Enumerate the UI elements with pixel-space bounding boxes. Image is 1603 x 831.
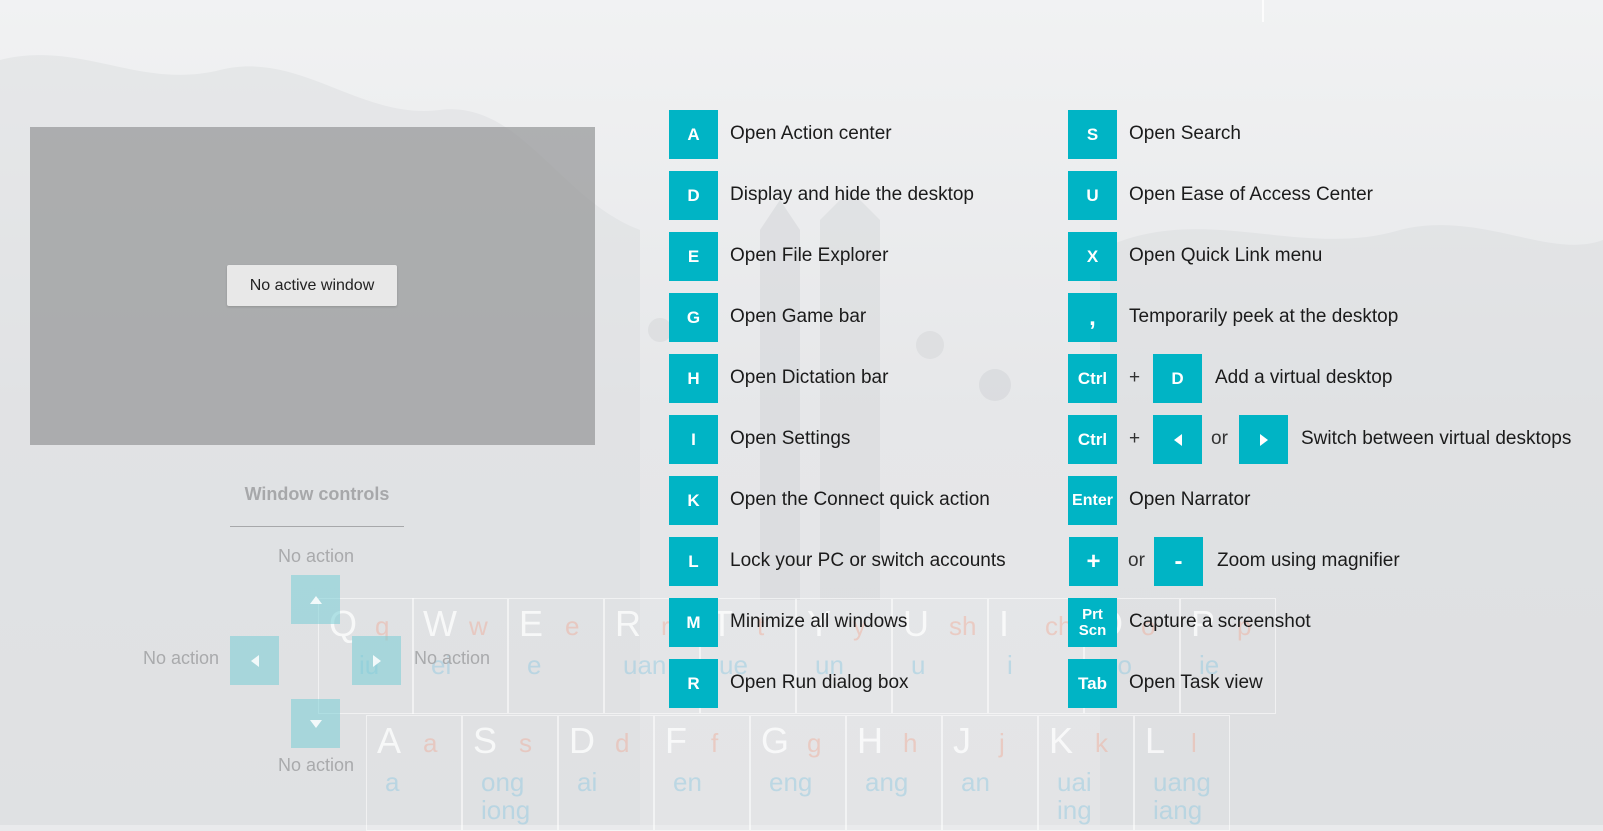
- arrow-right-icon: [372, 654, 381, 667]
- shortcut-desc: Open Run dialog box: [730, 672, 909, 693]
- down-action-label: No action: [278, 755, 355, 775]
- arrow-left-icon: [1173, 433, 1182, 446]
- key-print-screen[interactable]: Prt Scn: [1068, 598, 1117, 647]
- arrow-left-icon: [250, 654, 259, 667]
- key-i[interactable]: I: [669, 415, 718, 464]
- snap-right-button[interactable]: [352, 636, 401, 685]
- right-action-label: No action: [414, 648, 491, 668]
- shortcut-desc: Switch between virtual desktops: [1301, 428, 1572, 449]
- window-controls-title: Window controls: [244, 484, 390, 504]
- arrow-down-icon: [309, 719, 322, 728]
- key-d[interactable]: D: [669, 171, 718, 220]
- arrow-right-icon: [1259, 433, 1268, 446]
- shortcut-desc: Open Search: [1129, 123, 1241, 144]
- keyboard-key: Gg eng: [750, 715, 846, 831]
- shortcut-desc: Open Quick Link menu: [1129, 245, 1323, 266]
- plus-separator: +: [1129, 428, 1141, 449]
- shortcut-desc: Add a virtual desktop: [1215, 367, 1393, 388]
- key-l[interactable]: L: [669, 537, 718, 586]
- key-e[interactable]: E: [669, 232, 718, 281]
- snap-down-button[interactable]: [291, 699, 340, 748]
- key-s[interactable]: S: [1068, 110, 1117, 159]
- plus-separator: +: [1129, 367, 1141, 388]
- key-ctrl[interactable]: Ctrl: [1068, 415, 1117, 464]
- shortcut-desc: Open Dictation bar: [730, 367, 889, 388]
- key-r[interactable]: R: [669, 659, 718, 708]
- shortcut-desc: Open File Explorer: [730, 245, 889, 266]
- key-comma[interactable]: ,: [1068, 293, 1117, 342]
- window-preview: No active window: [30, 127, 595, 445]
- keyboard-key: Aaa: [366, 715, 462, 831]
- or-separator: or: [1128, 550, 1145, 571]
- shortcut-desc: Lock your PC or switch accounts: [730, 550, 1006, 571]
- window-controls-divider: [230, 526, 404, 527]
- key-minus[interactable]: -: [1154, 537, 1203, 586]
- shortcut-desc: Display and hide the desktop: [730, 184, 974, 205]
- key-k[interactable]: K: [669, 476, 718, 525]
- or-separator: or: [1211, 428, 1228, 449]
- key-right-arrow[interactable]: [1239, 415, 1288, 464]
- key-left-arrow[interactable]: [1153, 415, 1202, 464]
- key-plus[interactable]: +: [1069, 537, 1118, 586]
- shortcut-desc: Open Settings: [730, 428, 851, 449]
- key-ctrl[interactable]: Ctrl: [1068, 354, 1117, 403]
- shortcut-desc: Capture a screenshot: [1129, 611, 1311, 632]
- up-action-label: No action: [278, 546, 355, 566]
- key-enter[interactable]: Enter: [1068, 476, 1117, 525]
- keyboard-key: Hh ang: [846, 715, 942, 831]
- key-d-virtual[interactable]: D: [1153, 354, 1202, 403]
- key-x[interactable]: X: [1068, 232, 1117, 281]
- keyboard-key: Dd ai: [558, 715, 654, 831]
- key-h[interactable]: H: [669, 354, 718, 403]
- keyboard-key: Ff en: [654, 715, 750, 831]
- arrow-up-icon: [309, 595, 322, 604]
- key-u[interactable]: U: [1068, 171, 1117, 220]
- key-tab[interactable]: Tab: [1068, 659, 1117, 708]
- snap-up-button[interactable]: [291, 575, 340, 624]
- shortcut-desc: Open Game bar: [730, 306, 867, 327]
- keyboard-key: Ss ong iong: [462, 715, 558, 831]
- shortcut-desc: Open Narrator: [1129, 489, 1251, 510]
- shortcut-desc: Temporarily peek at the desktop: [1129, 306, 1399, 327]
- key-g[interactable]: G: [669, 293, 718, 342]
- no-active-window-label: No active window: [227, 265, 397, 306]
- keyboard-key: Jj an: [942, 715, 1038, 831]
- left-action-label: No action: [143, 648, 220, 668]
- keyboard-key: Kk uai ing: [1038, 715, 1134, 831]
- keyboard-key: Ll uang iang: [1134, 715, 1230, 831]
- shortcut-desc: Open Ease of Access Center: [1129, 184, 1373, 205]
- shortcut-desc: Minimize all windows: [730, 611, 908, 632]
- shortcut-desc: Open Action center: [730, 123, 892, 144]
- key-a[interactable]: A: [669, 110, 718, 159]
- keyboard-key: Eee: [508, 598, 604, 714]
- shortcut-desc: Open the Connect quick action: [730, 489, 990, 510]
- shortcut-desc: Zoom using magnifier: [1217, 550, 1400, 571]
- key-m[interactable]: M: [669, 598, 718, 647]
- snap-left-button[interactable]: [230, 636, 279, 685]
- shortcut-desc: Open Task view: [1129, 672, 1263, 693]
